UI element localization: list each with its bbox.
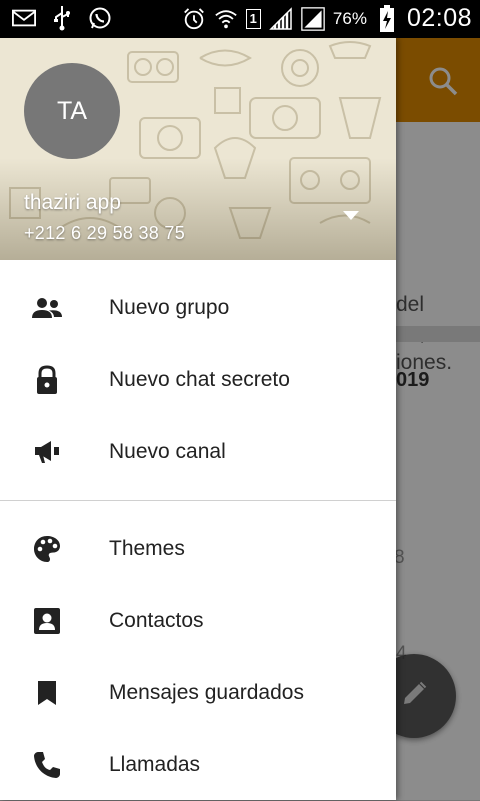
menu-item-label: Llamadas [109, 753, 201, 776]
drawer-header: TA thaziri app +212 6 29 58 38 75 [0, 38, 396, 260]
mail-icon [12, 6, 36, 30]
phone-icon [31, 749, 63, 781]
menu-item-nuevo-canal[interactable]: Nuevo canal [0, 416, 396, 488]
lock-icon [31, 364, 63, 396]
battery-charging-icon [375, 4, 399, 32]
menu-item-label: Nuevo canal [109, 440, 226, 463]
wifi-icon [214, 7, 238, 31]
contacts-icon [31, 605, 63, 637]
menu-item-llamadas[interactable]: Llamadas [0, 729, 396, 801]
menu-item-mensajes-guardados[interactable]: Mensajes guardados [0, 657, 396, 729]
menu-item-label: Contactos [109, 609, 204, 632]
menu-item-label: Nuevo chat secreto [109, 368, 290, 391]
status-system: 1 76% 02:08 [182, 4, 472, 33]
group-icon [31, 292, 63, 324]
menu-divider [0, 500, 396, 501]
user-name: thaziri app [24, 191, 121, 214]
menu-item-contactos[interactable]: Contactos [0, 585, 396, 657]
status-bar: 1 76% 02:08 [0, 0, 480, 38]
menu-item-label: Themes [109, 537, 185, 560]
avatar[interactable]: TA [24, 63, 120, 159]
menu-item-label: Mensajes guardados [109, 681, 304, 704]
signal-icon [301, 6, 325, 31]
palette-icon [31, 533, 63, 565]
whatsapp-icon [88, 6, 112, 30]
usb-icon [50, 6, 74, 31]
chevron-down-icon[interactable] [338, 206, 364, 226]
drawer-menu: Nuevo grupo Nuevo chat secreto Nuevo can… [0, 272, 396, 801]
menu-item-nuevo-chat-secreto[interactable]: Nuevo chat secreto [0, 344, 396, 416]
sim-icon: 1 [245, 8, 261, 29]
clock: 02:08 [406, 4, 472, 32]
user-phone: +212 6 29 58 38 75 [24, 223, 186, 243]
avatar-initials: TA [56, 96, 88, 125]
menu-item-themes[interactable]: Themes [0, 513, 396, 585]
menu-item-label: Nuevo grupo [109, 296, 230, 319]
status-notifications [12, 6, 112, 31]
menu-item-nuevo-grupo[interactable]: Nuevo grupo [0, 272, 396, 344]
megaphone-icon [31, 436, 63, 468]
battery-percent: 76% [332, 8, 367, 28]
navigation-drawer: TA thaziri app +212 6 29 58 38 75 Nuevo … [0, 38, 396, 800]
signal-icon [269, 6, 293, 31]
bookmark-icon [31, 677, 63, 709]
pencil-icon [399, 679, 429, 714]
alarm-icon [182, 7, 206, 31]
